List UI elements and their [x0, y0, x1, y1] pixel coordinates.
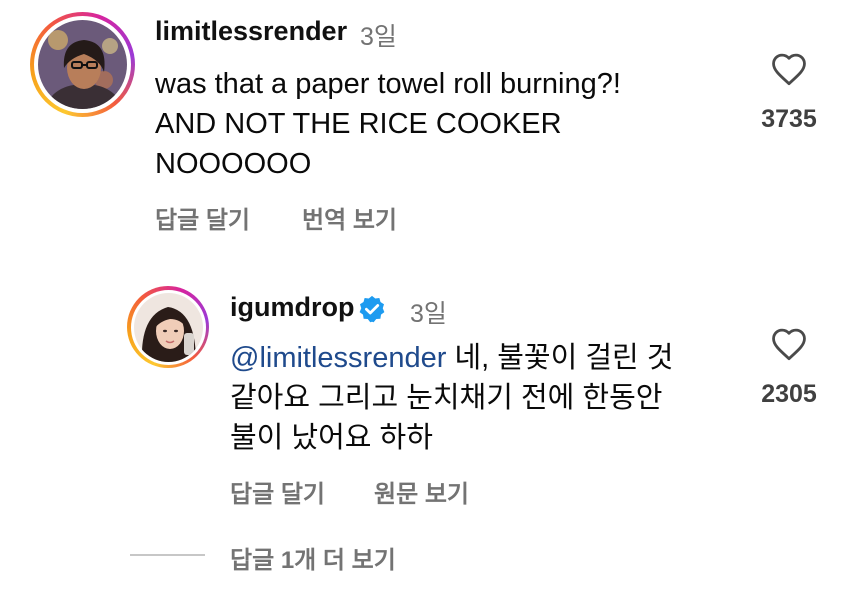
reply-timestamp: 3일: [410, 300, 447, 328]
divider: [130, 554, 205, 556]
see-translation-button[interactable]: 번역 보기: [302, 200, 397, 235]
like-button[interactable]: [770, 52, 808, 91]
comment-body: was that a paper towel roll burning?! AN…: [155, 64, 621, 184]
reply-button[interactable]: 답글 달기: [230, 474, 325, 509]
mention-link[interactable]: @limitlessrender: [230, 342, 446, 374]
like-count: 3735: [761, 105, 817, 133]
comment-line: NOOOOOO: [155, 148, 312, 180]
avatar-photo: [38, 20, 127, 109]
reply-line-text: 네, 불꽃이 걸린 것: [446, 342, 674, 374]
verified-badge-icon: [357, 294, 387, 329]
avatar-limitlessrender[interactable]: [30, 12, 135, 117]
heart-outline-icon: [772, 328, 806, 361]
comment-line: was that a paper towel roll burning?!: [155, 68, 621, 100]
avatar-photo: [133, 292, 203, 362]
reply-username[interactable]: igumdrop: [230, 292, 354, 323]
reply-line: @limitlessrender 네, 불꽃이 걸린 것: [230, 338, 673, 378]
reply-button[interactable]: 답글 달기: [155, 200, 250, 235]
reply-line: 같아요 그리고 눈치채기 전에 한동안: [230, 382, 663, 414]
reply-line: 불이 났어요 하하: [230, 422, 433, 454]
view-more-replies-button[interactable]: 답글 1개 더 보기: [230, 540, 396, 575]
avatar-igumdrop[interactable]: [127, 286, 209, 368]
comment-timestamp: 3일: [360, 23, 397, 51]
see-original-button[interactable]: 원문 보기: [374, 474, 469, 509]
like-button[interactable]: [770, 327, 808, 366]
heart-outline-icon: [772, 53, 806, 86]
comment-username[interactable]: limitlessrender: [155, 16, 347, 47]
like-count: 2305: [761, 380, 817, 408]
reply-body: @limitlessrender 네, 불꽃이 걸린 것 같아요 그리고 눈치채…: [230, 338, 673, 458]
comment-line: AND NOT THE RICE COOKER: [155, 108, 562, 140]
